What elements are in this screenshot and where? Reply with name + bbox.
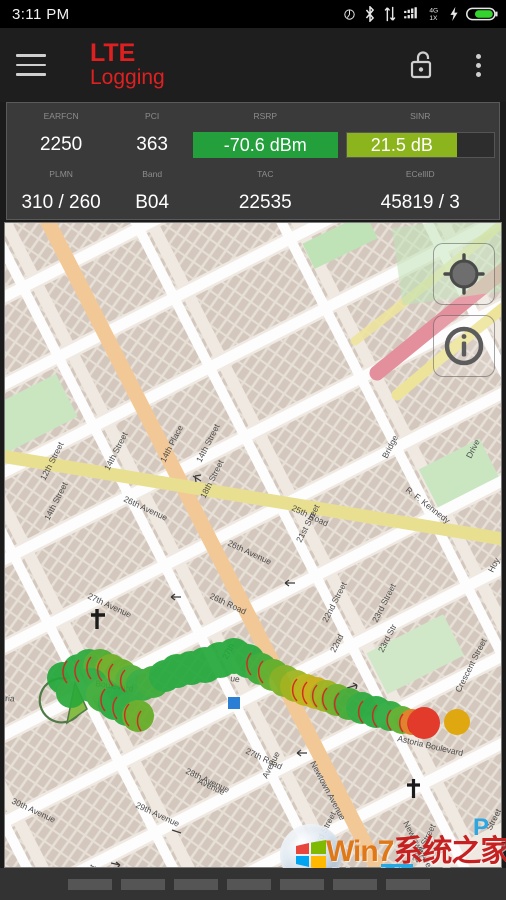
nav-segment[interactable] — [386, 878, 430, 890]
status-bar: 3:11 PM 4G 1X — [0, 0, 506, 28]
value-pci: 363 — [136, 134, 168, 156]
phone-screen: 3:11 PM 4G 1X LTE Logging EARFCN PCI RSR… — [0, 0, 506, 900]
map-info-button[interactable] — [433, 315, 495, 377]
signal-bars-icon — [404, 7, 417, 19]
label-sinr: SINR — [410, 111, 431, 122]
system-navigation-bar[interactable] — [0, 868, 506, 900]
nav-segment[interactable] — [68, 878, 112, 890]
label-band: Band — [142, 169, 163, 180]
label-pci: PCI — [145, 111, 160, 122]
more-vertical-icon — [475, 53, 481, 77]
sinr-bar: 21.5 dB — [345, 132, 495, 159]
label-earfcn: EARFCN — [43, 111, 79, 122]
info-row-values-bottom: 310 / 260 B04 22535 45819 / 3 — [7, 188, 499, 219]
cell-site-marker — [228, 697, 240, 709]
parking-icon: P — [473, 814, 489, 841]
page-title: LTE — [90, 38, 136, 67]
label-tac: TAC — [257, 169, 274, 180]
nav-segment[interactable] — [121, 878, 165, 890]
charging-bolt-icon — [450, 6, 458, 22]
network-type-icon: 4G 1X — [429, 7, 438, 22]
nav-segment[interactable] — [174, 878, 218, 890]
gps-location-icon — [344, 8, 355, 20]
orange-sample-marker — [444, 709, 470, 735]
label-rsrp: RSRP — [253, 111, 278, 122]
hamburger-icon — [16, 54, 46, 76]
nav-segment[interactable] — [333, 878, 377, 890]
my-location-button[interactable] — [433, 243, 495, 305]
info-row-labels-bottom: PLMN Band TAC ECellID — [7, 161, 499, 188]
app-bar: LTE Logging — [0, 28, 506, 102]
page-subtitle: Logging — [90, 66, 165, 90]
battery-icon — [466, 7, 498, 21]
map-tiles: .rdmaj { stroke:#f6d2a0; } .rdmin { stro… — [5, 223, 501, 867]
info-icon — [444, 326, 484, 366]
lock-button[interactable] — [394, 28, 450, 102]
status-clock: 3:11 PM — [12, 5, 70, 23]
value-band: B04 — [135, 192, 170, 214]
svg-text:1X: 1X — [429, 15, 438, 22]
svg-text:ria: ria — [5, 693, 15, 703]
value-tac: 22535 — [238, 192, 292, 214]
value-ecellid: 45819 / 3 — [380, 192, 460, 214]
label-ecellid: ECellID — [405, 169, 435, 180]
status-icons: 4G 1X — [342, 6, 498, 23]
menu-button[interactable] — [0, 28, 62, 102]
label-plmn: PLMN — [49, 169, 73, 180]
red-sample-marker — [408, 707, 440, 739]
my-location-icon — [443, 253, 485, 295]
svg-text:4G: 4G — [429, 7, 438, 14]
map-view[interactable]: .rdmaj { stroke:#f6d2a0; } .rdmin { stro… — [4, 222, 502, 868]
nav-segment[interactable] — [227, 878, 271, 890]
value-sinr: 21.5 dB — [370, 134, 433, 155]
overflow-menu-button[interactable] — [450, 28, 506, 102]
map-canvas: .rdmaj { stroke:#f6d2a0; } .rdmin { stro… — [5, 223, 501, 867]
value-earfcn: 2250 — [39, 134, 83, 156]
app-title-block: LTE Logging — [62, 40, 394, 90]
bluetooth-icon — [365, 6, 375, 22]
info-row-values-top: 2250 363 -70.6 dBm 21.5 dB — [7, 130, 499, 161]
value-rsrp: -70.6 dBm — [223, 134, 307, 155]
rsrp-bar: -70.6 dBm — [193, 132, 338, 159]
nav-segment[interactable] — [280, 878, 324, 890]
unlock-icon — [410, 51, 432, 79]
info-row-labels-top: EARFCN PCI RSRP SINR — [7, 103, 499, 130]
data-transfer-icon — [384, 6, 396, 22]
cell-info-panel: EARFCN PCI RSRP SINR 2250 363 -70.6 dBm … — [6, 102, 500, 220]
value-plmn: 310 / 260 — [21, 192, 101, 214]
